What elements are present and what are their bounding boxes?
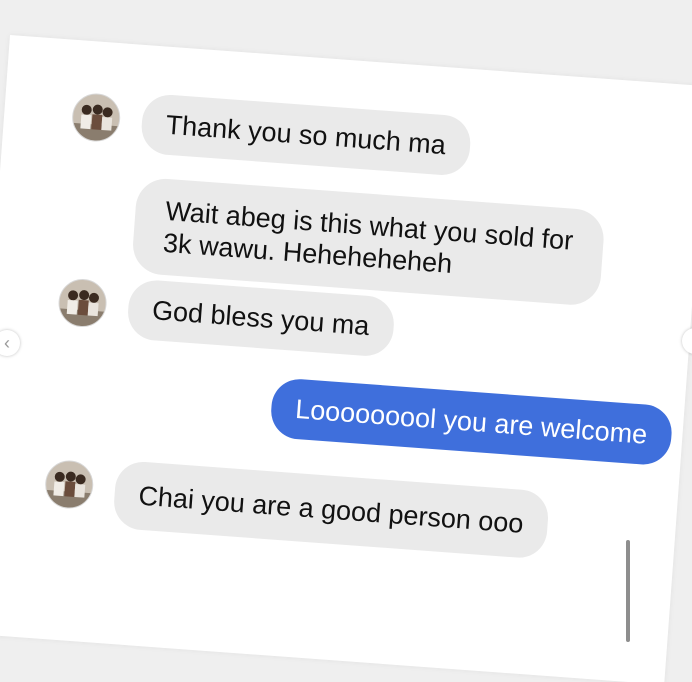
message-bubble-received[interactable]: Thank you so much ma bbox=[139, 92, 472, 177]
message-text: God bless you ma bbox=[151, 295, 371, 342]
contact-avatar[interactable] bbox=[43, 458, 95, 511]
group-photo-icon bbox=[71, 92, 121, 143]
group-photo-icon bbox=[57, 278, 108, 328]
chat-screenshot: Thank you so much ma Wait abeg is this w… bbox=[0, 35, 692, 682]
message-bubble-received[interactable]: God bless you ma bbox=[126, 278, 396, 358]
message-text: Looooooool you are welcome bbox=[294, 393, 649, 450]
instagram-post-image: Thank you so much ma Wait abeg is this w… bbox=[0, 0, 692, 682]
message-text: Chai you are a good person ooo bbox=[137, 480, 525, 539]
message-text: Thank you so much ma bbox=[164, 109, 447, 161]
contact-avatar[interactable] bbox=[70, 91, 122, 144]
message-bubble-received[interactable]: Chai you are a good person ooo bbox=[112, 459, 550, 560]
scrollbar[interactable] bbox=[626, 540, 630, 642]
group-photo-icon bbox=[44, 459, 94, 510]
chevron-left-glyph: ‹ bbox=[4, 333, 10, 353]
contact-avatar[interactable] bbox=[56, 277, 109, 329]
message-bubble-sent[interactable]: Looooooool you are welcome bbox=[269, 377, 674, 467]
